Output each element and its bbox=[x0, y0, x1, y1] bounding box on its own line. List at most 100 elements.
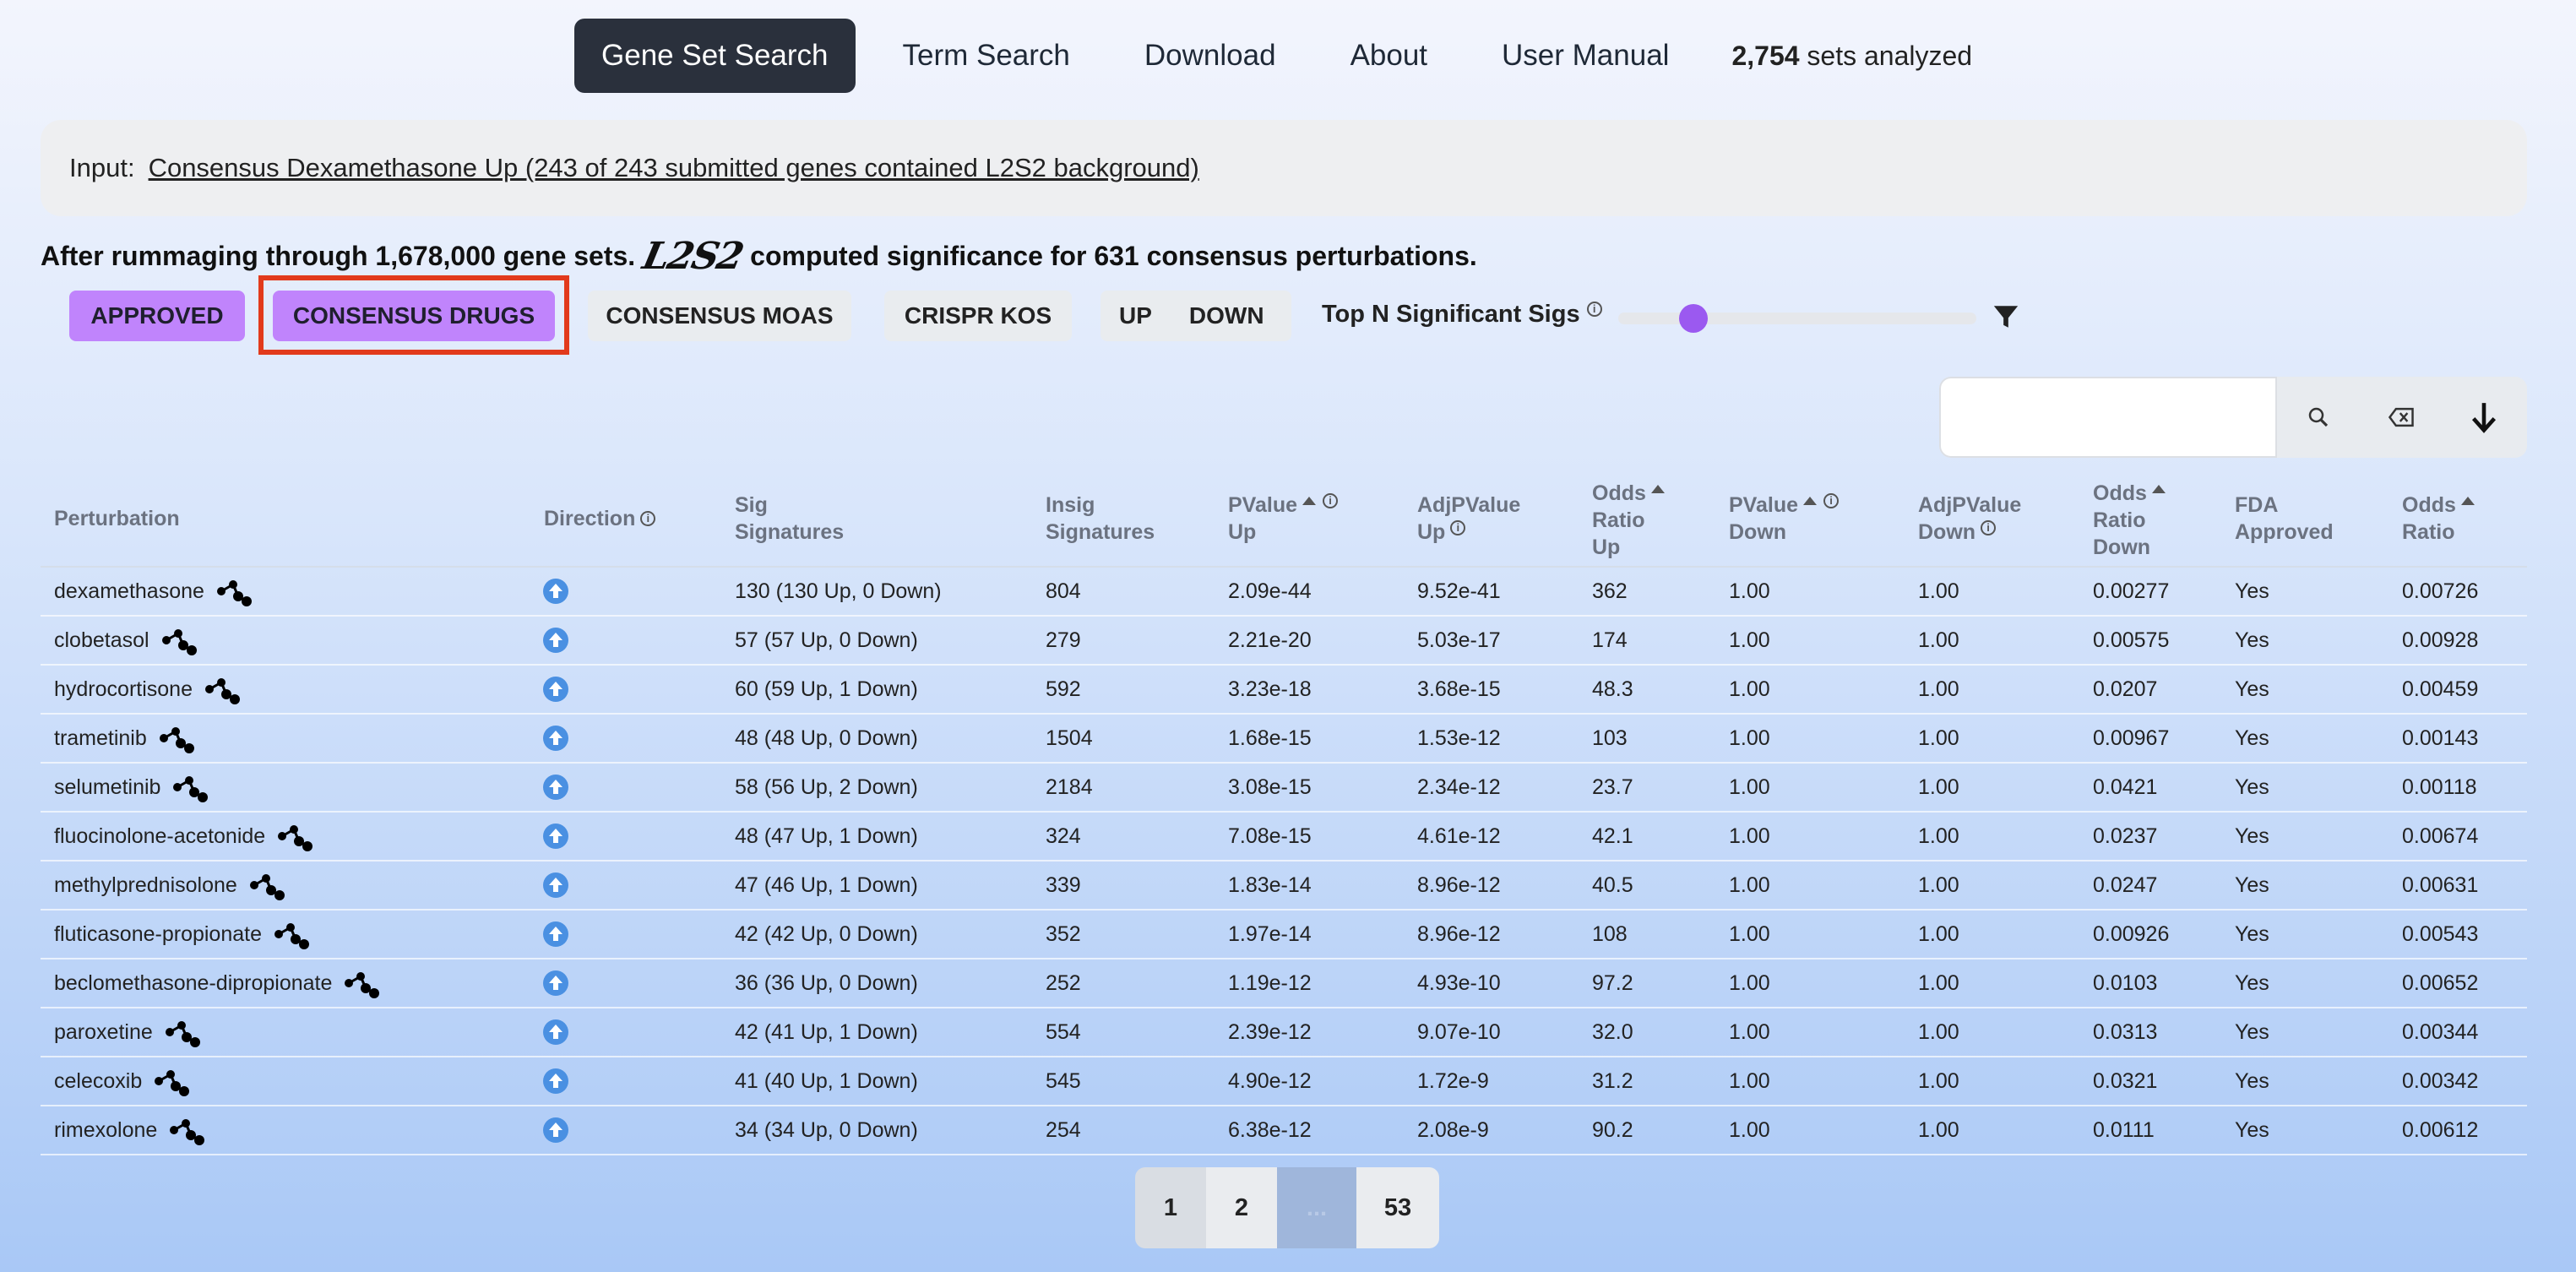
col-odds-ratio-down[interactable]: Odds Ratio Down bbox=[2093, 480, 2166, 561]
filter-down[interactable]: DOWN bbox=[1171, 302, 1283, 329]
molecule-icon[interactable] bbox=[163, 1014, 202, 1051]
cell-pvalue-down: 1.00 bbox=[1729, 628, 1770, 652]
table-row[interactable]: fluocinolone-acetonide 48 (47 Up, 1 Down)… bbox=[41, 813, 2527, 862]
molecule-icon[interactable] bbox=[167, 1112, 206, 1149]
perturbation-name[interactable]: beclomethasone-dipropionate bbox=[54, 971, 332, 996]
search-icon bbox=[2308, 407, 2329, 427]
perturbation-name[interactable]: celecoxib bbox=[54, 1069, 142, 1094]
nav-user-manual[interactable]: User Manual bbox=[1475, 19, 1696, 93]
search-input[interactable] bbox=[1939, 377, 2277, 458]
input-gene-set-link[interactable]: Consensus Dexamethasone Up (243 of 243 s… bbox=[149, 153, 1199, 183]
results-table: Perturbation Direction i Sig Signatures In… bbox=[41, 480, 2527, 1155]
page-2[interactable]: 2 bbox=[1206, 1167, 1277, 1248]
page-53[interactable]: 53 bbox=[1356, 1167, 1439, 1248]
table-row[interactable]: paroxetine 42 (41 Up, 1 Down) 554 2.39e-12 9… bbox=[41, 1008, 2527, 1057]
filter-crispr-kos[interactable]: CRISPR KOS bbox=[884, 291, 1072, 341]
top-n-slider[interactable] bbox=[1618, 313, 1976, 324]
cell-perturbation: hydrocortisone bbox=[54, 666, 242, 713]
download-button[interactable] bbox=[2443, 377, 2525, 458]
molecule-icon[interactable] bbox=[275, 818, 314, 855]
table-row[interactable]: selumetinib 58 (56 Up, 2 Down) 2184 3.08e-1… bbox=[41, 764, 2527, 813]
col-odds-ratio[interactable]: Odds Ratio bbox=[2402, 492, 2475, 546]
cell-insig-signatures: 1504 bbox=[1046, 726, 1093, 750]
col-pvalue-down[interactable]: PValue i Down bbox=[1729, 492, 1839, 546]
perturbation-name[interactable]: paroxetine bbox=[54, 1020, 153, 1045]
table-row[interactable]: celecoxib 41 (40 Up, 1 Down) 545 4.90e-12 1.… bbox=[41, 1057, 2527, 1106]
filter-consensus-moas[interactable]: CONSENSUS MOAS bbox=[588, 291, 851, 341]
molecule-icon[interactable] bbox=[247, 867, 286, 904]
cell-odds-ratio: 0.00344 bbox=[2402, 1019, 2479, 1044]
info-icon: i bbox=[1450, 519, 1466, 535]
perturbation-name[interactable]: methylprednisolone bbox=[54, 873, 237, 898]
cell-insig-signatures: 252 bbox=[1046, 970, 1081, 995]
cell-insig-signatures: 554 bbox=[1046, 1019, 1081, 1044]
molecule-icon[interactable] bbox=[160, 622, 198, 659]
search-button[interactable] bbox=[2277, 377, 2360, 458]
cell-odds-ratio-up: 32.0 bbox=[1592, 1019, 1633, 1044]
molecule-icon[interactable] bbox=[171, 769, 209, 806]
cell-pvalue-down: 1.00 bbox=[1729, 824, 1770, 848]
table-row[interactable]: beclomethasone-dipropionate 36 (36 Up, 0 … bbox=[41, 959, 2527, 1008]
cell-adjpvalue-up: 2.34e-12 bbox=[1417, 775, 1501, 799]
nav-gene-set-search[interactable]: Gene Set Search bbox=[574, 19, 856, 93]
molecule-icon[interactable] bbox=[342, 965, 381, 1002]
filter-approved[interactable]: APPROVED bbox=[69, 291, 245, 341]
col-insig-signatures[interactable]: Insig Signatures bbox=[1046, 492, 1155, 546]
filter-up[interactable]: UP bbox=[1101, 302, 1171, 329]
perturbation-name[interactable]: dexamethasone bbox=[54, 579, 204, 604]
page-1[interactable]: 1 bbox=[1135, 1167, 1206, 1248]
table-row[interactable]: dexamethasone 130 (130 Up, 0 Down) 804 2.09… bbox=[41, 568, 2527, 617]
table-row[interactable]: trametinib 48 (48 Up, 0 Down) 1504 1.68e-15… bbox=[41, 715, 2527, 764]
cell-adjpvalue-down: 1.00 bbox=[1918, 775, 1959, 799]
col-adjpvalue-down[interactable]: AdjPValue Down i bbox=[1918, 492, 2021, 546]
molecule-icon[interactable] bbox=[215, 573, 253, 610]
perturbation-name[interactable]: fluticasone-propionate bbox=[54, 922, 262, 947]
cell-odds-ratio-up: 108 bbox=[1592, 921, 1628, 946]
molecule-icon[interactable] bbox=[157, 720, 196, 757]
perturbation-name[interactable]: selumetinib bbox=[54, 775, 160, 800]
cell-odds-ratio-up: 42.1 bbox=[1592, 824, 1633, 848]
table-row[interactable]: clobetasol 57 (57 Up, 0 Down) 279 2.21e-20 5… bbox=[41, 617, 2527, 666]
col-adjpvalue-up[interactable]: AdjPValue Up i bbox=[1417, 492, 1520, 546]
perturbation-name[interactable]: clobetasol bbox=[54, 628, 149, 653]
filter-consensus-drugs[interactable]: CONSENSUS DRUGS bbox=[273, 291, 555, 341]
page-ellipsis: ... bbox=[1277, 1167, 1356, 1248]
cell-odds-ratio: 0.00631 bbox=[2402, 872, 2479, 897]
col-sig-signatures[interactable]: Sig Signatures bbox=[735, 492, 844, 546]
col-perturbation[interactable]: Perturbation bbox=[54, 505, 180, 532]
info-icon[interactable]: i bbox=[1586, 302, 1602, 318]
nav-term-search[interactable]: Term Search bbox=[876, 19, 1097, 93]
cell-adjpvalue-up: 9.52e-41 bbox=[1417, 579, 1501, 603]
table-row[interactable]: methylprednisolone 47 (46 Up, 1 Down) 339 1… bbox=[41, 862, 2527, 911]
perturbation-name[interactable]: trametinib bbox=[54, 726, 147, 751]
cell-odds-ratio-down: 0.0207 bbox=[2093, 677, 2158, 701]
perturbation-name[interactable]: hydrocortisone bbox=[54, 677, 193, 702]
nav-about[interactable]: About bbox=[1323, 19, 1454, 93]
cell-adjpvalue-up: 5.03e-17 bbox=[1417, 628, 1501, 652]
cell-odds-ratio-up: 97.2 bbox=[1592, 970, 1633, 995]
direction-up-icon bbox=[542, 568, 569, 615]
col-pvalue-up[interactable]: PValue i Up bbox=[1228, 492, 1338, 546]
top-n-slider-handle[interactable] bbox=[1679, 304, 1708, 333]
col-fda-approved[interactable]: FDA Approved bbox=[2235, 492, 2334, 546]
col-direction[interactable]: Direction i bbox=[544, 505, 656, 532]
molecule-icon[interactable] bbox=[272, 916, 311, 953]
table-row[interactable]: hydrocortisone 60 (59 Up, 1 Down) 592 3.23e… bbox=[41, 666, 2527, 715]
molecule-icon[interactable] bbox=[203, 671, 242, 708]
perturbation-name[interactable]: rimexolone bbox=[54, 1118, 157, 1143]
filter-icon[interactable] bbox=[1992, 302, 2020, 331]
col-odds-ratio-up[interactable]: Odds Ratio Up bbox=[1592, 480, 1665, 561]
cell-insig-signatures: 279 bbox=[1046, 628, 1081, 652]
clear-button[interactable] bbox=[2360, 377, 2443, 458]
molecule-icon[interactable] bbox=[152, 1063, 191, 1100]
nav-download[interactable]: Download bbox=[1117, 19, 1303, 93]
cell-perturbation: fluticasone-propionate bbox=[54, 911, 311, 958]
cell-odds-ratio-up: 40.5 bbox=[1592, 872, 1633, 897]
perturbation-name[interactable]: fluocinolone-acetonide bbox=[54, 824, 265, 849]
cell-odds-ratio-up: 103 bbox=[1592, 726, 1628, 750]
table-row[interactable]: rimexolone 34 (34 Up, 0 Down) 254 6.38e-12 2… bbox=[41, 1106, 2527, 1155]
cell-insig-signatures: 254 bbox=[1046, 1117, 1081, 1142]
table-row[interactable]: fluticasone-propionate 42 (42 Up, 0 Down)… bbox=[41, 911, 2527, 959]
cell-perturbation: dexamethasone bbox=[54, 568, 253, 615]
info-icon[interactable]: i bbox=[640, 511, 656, 526]
